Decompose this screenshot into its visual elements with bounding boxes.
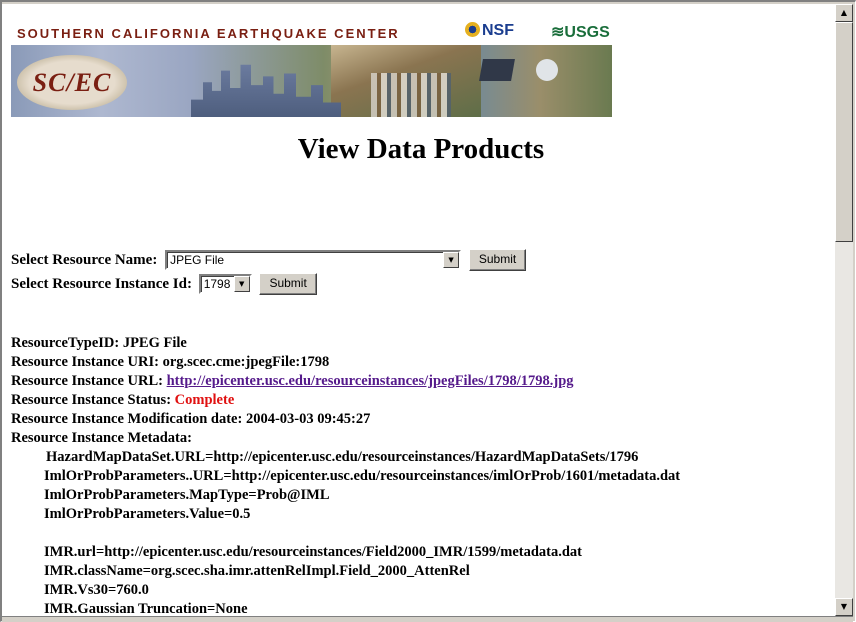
usgs-text: USGS: [564, 24, 610, 41]
instance-id-selected: 1798: [203, 277, 231, 291]
scroll-up-icon[interactable]: ▲: [835, 4, 853, 22]
vertical-scrollbar[interactable]: ▲ ▼: [835, 4, 853, 616]
metadata-line: IMR.url=http://epicenter.usc.edu/resourc…: [44, 544, 583, 560]
dropdown-arrow-icon[interactable]: ▼: [443, 252, 460, 268]
scroll-down-icon[interactable]: ▼: [835, 598, 853, 616]
submit-instance-button[interactable]: Submit: [259, 273, 317, 295]
scec-logo-text: SC/EC: [32, 68, 112, 97]
nsf-globe-icon: [465, 22, 480, 37]
city-skyline-photo: [191, 64, 341, 117]
resource-moddate-value: 2004-03-03 09:45:27: [245, 411, 371, 427]
resource-type-label: ResourceTypeID:: [11, 335, 120, 351]
scrollbar-thumb[interactable]: [835, 22, 853, 242]
metadata-line: IMR.className=org.scec.sha.imr.attenRelI…: [44, 563, 470, 579]
resource-name-row: Select Resource Name: JPEG File ▼ Submit: [11, 249, 527, 271]
banner-header: SOUTHERN CALIFORNIA EARTHQUAKE CENTER NS…: [11, 19, 612, 45]
resource-name-selected: JPEG File: [170, 253, 225, 267]
usgs-logo: ≋USGS: [551, 22, 610, 42]
resource-uri-label: Resource Instance URI:: [11, 354, 159, 370]
dropdown-arrow-icon[interactable]: ▼: [233, 276, 250, 292]
instance-id-row: Select Resource Instance Id: 1798 ▼ Subm…: [11, 273, 317, 295]
resource-name-label: Select Resource Name:: [11, 251, 158, 268]
solar-panel-photo: [479, 59, 515, 81]
resource-uri-line: Resource Instance URI: org.scec.cme:jpeg…: [11, 353, 680, 372]
metadata-line: ImlOrProbParameters.MapType=Prob@IML: [44, 487, 330, 503]
metadata-line: [11, 524, 680, 543]
resource-metadata-heading: Resource Instance Metadata:: [11, 430, 192, 446]
banner-photo-collage: SC/EC: [11, 45, 612, 117]
metadata-line: ImlOrProbParameters..URL=http://epicente…: [44, 468, 681, 484]
status-badge: Complete: [174, 392, 235, 408]
instance-id-select[interactable]: 1798 ▼: [198, 274, 252, 294]
page-title: View Data Products: [297, 133, 545, 165]
instance-id-label: Select Resource Instance Id:: [11, 275, 192, 292]
resource-name-select[interactable]: JPEG File ▼: [165, 250, 462, 270]
resource-url-label: Resource Instance URL:: [11, 373, 163, 389]
usgs-wave-icon: ≋: [551, 24, 565, 41]
resource-url-link[interactable]: http://epicenter.usc.edu/resourceinstanc…: [167, 373, 574, 389]
resource-status-label: Resource Instance Status:: [11, 392, 172, 408]
status-strip: [2, 616, 853, 622]
scec-banner[interactable]: SOUTHERN CALIFORNIA EARTHQUAKE CENTER NS…: [11, 19, 612, 117]
gps-antenna-photo: [536, 59, 558, 81]
metadata-line: HazardMapDataSet.URL=http://epicenter.us…: [46, 449, 639, 465]
resource-moddate-label: Resource Instance Modification date:: [11, 411, 243, 427]
researchers-photo: [371, 73, 451, 117]
metadata-line: IMR.Vs30=760.0: [44, 582, 149, 598]
scec-logo: SC/EC: [17, 55, 127, 110]
metadata-line: ImlOrProbParameters.Value=0.5: [44, 506, 251, 522]
resource-uri-value: org.scec.cme:jpegFile:1798: [162, 354, 330, 370]
resource-type-value: JPEG File: [122, 335, 187, 351]
resource-type-line: ResourceTypeID: JPEG File: [11, 334, 680, 353]
nsf-logo: NSF: [465, 22, 514, 40]
resource-url-line: Resource Instance URL: http://epicenter.…: [11, 372, 680, 391]
metadata-line: IMR.Gaussian Truncation=None: [44, 601, 248, 616]
resource-status-line: Resource Instance Status: Complete: [11, 391, 680, 410]
resource-moddate-line: Resource Instance Modification date: 200…: [11, 410, 680, 429]
submit-resource-button[interactable]: Submit: [468, 249, 527, 271]
nsf-text: NSF: [482, 22, 514, 39]
page-viewport: SOUTHERN CALIFORNIA EARTHQUAKE CENTER NS…: [2, 4, 835, 616]
resource-info: ResourceTypeID: JPEG File Resource Insta…: [11, 334, 680, 616]
org-name: SOUTHERN CALIFORNIA EARTHQUAKE CENTER: [17, 26, 400, 41]
